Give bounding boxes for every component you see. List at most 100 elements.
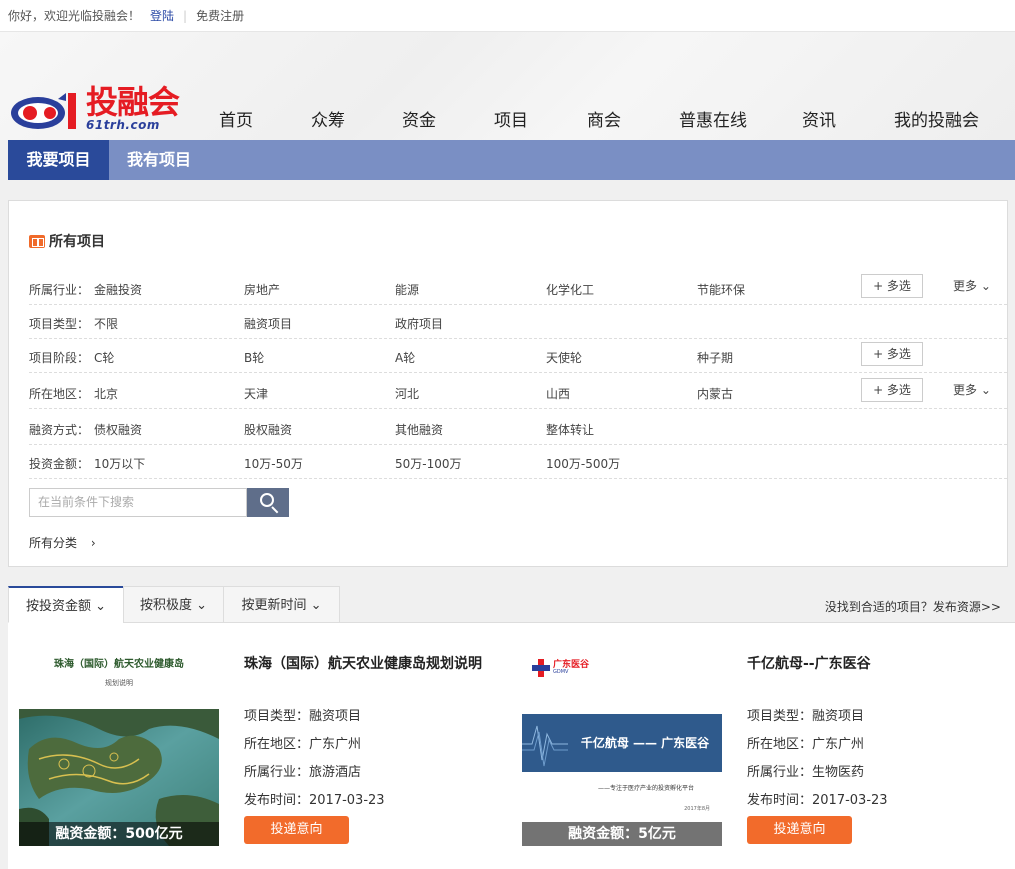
filter-option[interactable]: 北京 [94,385,118,402]
project-type: 项目类型：融资项目 [747,709,865,724]
publish-resource-link[interactable]: 没找到合适的项目？发布资源>> [825,598,1001,615]
project-type: 项目类型：融资项目 [244,709,362,724]
logo-text: 投融会 [86,83,180,121]
submit-intent-button[interactable]: 投递意向 [244,816,349,844]
project-list: 珠海（国际）航天农业健康岛 规划说明 融资金额：500亿元 珠海（国际）航天农业… [8,623,1015,869]
filter-option[interactable]: 整体转让 [546,421,594,438]
tab-have-project[interactable]: 我有项目 [109,140,209,180]
filter-option[interactable]: 10万以下 [94,455,145,472]
more-label: 更多 [953,279,978,293]
filter-label: 所属行业： [29,283,90,297]
filter-option[interactable]: 天津 [244,385,268,402]
project-region: 所在地区：广东广州 [244,737,362,752]
image-heading: 珠海（国际）航天农业健康岛 [54,659,184,670]
filter-option[interactable]: 天使轮 [546,349,582,366]
sort-by-amount[interactable]: 按投资金额 ⌄ [8,586,124,623]
image-banner: 千亿航母 —— 广东医谷 [522,714,722,772]
nav-crowdfunding[interactable]: 众筹 [311,106,345,131]
sort-label: 按更新时间 [241,598,307,613]
image-logo: 广东医谷 GDMV [532,659,589,677]
filter-option[interactable]: 不限 [94,315,118,332]
image-subheading: 规划说明 [105,679,133,687]
filter-option[interactable]: 房地产 [244,281,280,298]
filter-option[interactable]: 种子期 [697,349,733,366]
sort-label: 按积极度 [139,598,192,613]
project-region: 所在地区：广东广州 [747,737,865,752]
login-link[interactable]: 登陆 [150,7,174,24]
nav-chamber[interactable]: 商会 [587,106,621,131]
nav-inclusive-online[interactable]: 普惠在线 [679,106,747,131]
filter-option[interactable]: 能源 [395,281,419,298]
register-link[interactable]: 免费注册 [196,7,244,24]
all-categories-label: 所有分类 [29,536,78,550]
filter-row-type: 项目类型： 不限 融资项目 政府项目 [29,305,1007,339]
filter-option[interactable]: 内蒙古 [697,385,733,402]
all-categories-link[interactable]: 所有分类 › [29,534,96,551]
chevron-down-icon: ⌄ [196,598,208,613]
filter-option[interactable]: A轮 [395,349,415,366]
chevron-down-icon: ⌄ [95,599,107,614]
chevron-down-icon: ⌄ [310,598,322,613]
filter-row-amount: 投资金额： 10万以下 10万-50万 50万-100万 100万-500万 [29,445,1007,479]
filter-label: 融资方式： [29,423,90,437]
project-icon [29,234,45,248]
chevron-down-icon: ⌄ [980,279,991,293]
project-image[interactable]: 珠海（国际）航天农业健康岛 规划说明 融资金额：500亿元 [19,643,219,846]
filter-option[interactable]: 河北 [395,385,419,402]
more-button[interactable]: 更多 ⌄ [953,381,991,398]
chevron-down-icon: ⌄ [980,383,991,397]
image-subheading: ——专注于医疗产业的投资孵化平台 [597,785,694,792]
filter-option[interactable]: 山西 [546,385,570,402]
filter-option[interactable]: 债权融资 [94,421,142,438]
project-title[interactable]: 珠海（国际）航天农业健康岛规划说明 [244,653,482,673]
more-button[interactable]: 更多 ⌄ [953,277,991,294]
cross-logo-icon [532,659,550,677]
filter-option[interactable]: B轮 [244,349,264,366]
logo-mark-icon [11,93,76,129]
project-industry: 所属行业：生物医药 [747,765,865,780]
filter-option[interactable]: 化学化工 [546,281,594,298]
filter-title-text: 所有项目 [49,234,105,250]
funding-amount: 融资金额：500亿元 [19,822,219,846]
logo-domain: 61trh.com [86,118,160,132]
submit-intent-button[interactable]: 投递意向 [747,816,852,844]
nav-my-account[interactable]: 我的投融会 [894,106,979,131]
filter-row-stage: 项目阶段： C轮 B轮 A轮 天使轮 种子期 + 多选 [29,339,1007,373]
filter-option[interactable]: 100万-500万 [546,455,620,472]
filter-option[interactable]: 节能环保 [697,281,745,298]
filter-option[interactable]: 融资项目 [244,315,292,332]
header: 投融会 61trh.com 首页 众筹 资金 项目 商会 普惠在线 资讯 我的投… [0,32,1015,140]
nav-projects[interactable]: 项目 [494,106,528,131]
tab-want-project[interactable]: 我要项目 [8,140,109,180]
project-title[interactable]: 千亿航母--广东医谷 [747,653,871,673]
sort-by-activity[interactable]: 按积极度 ⌄ [123,586,224,623]
filter-panel: 所有项目 所属行业： 金融投资 房地产 能源 化学化工 节能环保 + 多选 更多… [8,200,1008,567]
nav-funds[interactable]: 资金 [402,106,436,131]
search-button[interactable] [247,488,289,517]
project-image[interactable]: 广东医谷 GDMV 千亿航母 —— 广东医谷 ——专注于医疗产业的投资孵化平台 … [522,643,722,846]
multi-select-button[interactable]: + 多选 [861,378,923,402]
multi-select-button[interactable]: + 多选 [861,342,923,366]
sort-by-update[interactable]: 按更新时间 ⌄ [223,586,340,623]
filter-option[interactable]: 50万-100万 [395,455,462,472]
nav-news[interactable]: 资讯 [802,106,836,131]
sort-label: 按投资金额 [25,599,91,614]
search-input[interactable]: 在当前条件下搜索 [29,488,247,517]
more-label: 更多 [953,383,978,397]
sort-bar: 按投资金额 ⌄ 按积极度 ⌄ 按更新时间 ⌄ 没找到合适的项目？发布资源>> [8,586,1015,623]
project-date: 发布时间：2017-03-23 [747,793,888,808]
filter-option[interactable]: 10万-50万 [244,455,303,472]
image-date: 2017年8月 [684,806,710,812]
filter-option[interactable]: 金融投资 [94,281,142,298]
greeting-text: 你好，欢迎光临投融会！ [8,9,141,23]
site-logo[interactable]: 投融会 61trh.com [8,83,180,132]
filter-option[interactable]: C轮 [94,349,114,366]
multi-select-button[interactable]: + 多选 [861,274,923,298]
filter-option[interactable]: 政府项目 [395,315,443,332]
project-info: 项目类型：融资项目 所在地区：广东广州 所属行业：旅游酒店 发布时间：2017-… [244,703,385,815]
filter-option[interactable]: 其他融资 [395,421,443,438]
filter-option[interactable]: 股权融资 [244,421,292,438]
sub-nav: 我要项目 我有项目 [8,140,1015,180]
nav-home[interactable]: 首页 [219,106,253,131]
chevron-right-icon: › [90,536,96,550]
